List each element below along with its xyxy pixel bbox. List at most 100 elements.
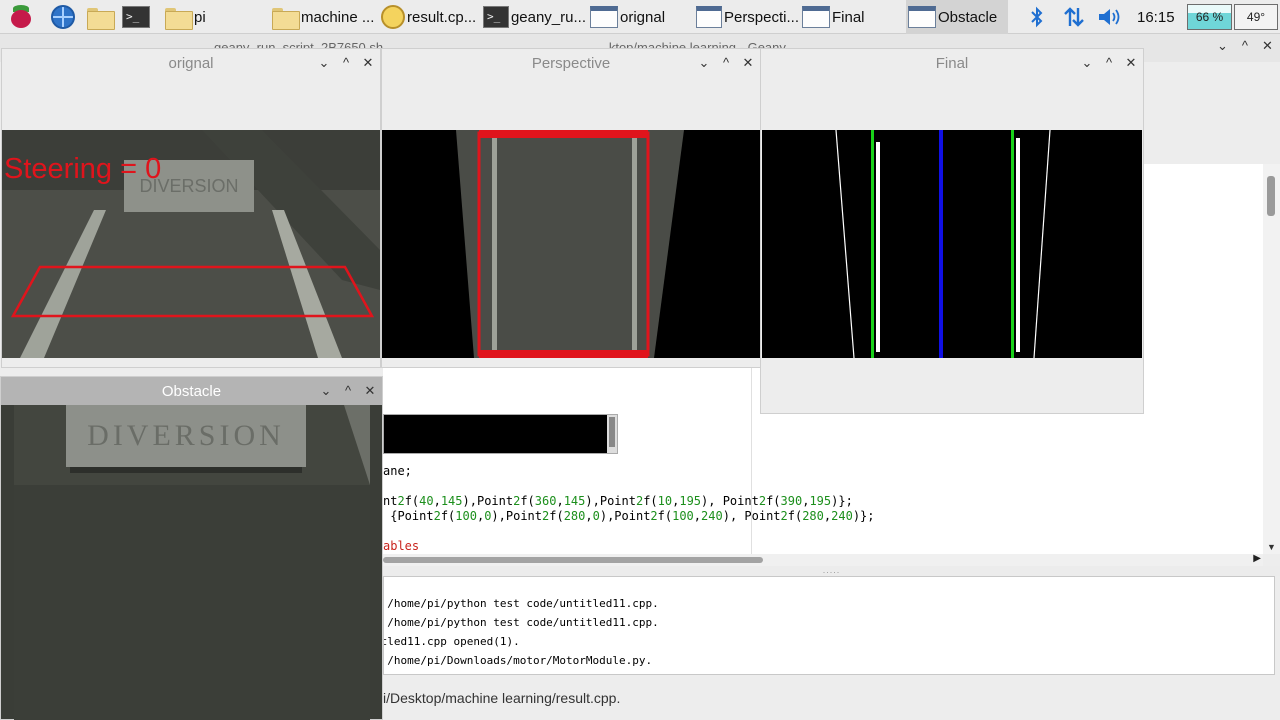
folder-icon (271, 6, 300, 30)
window-icon (590, 6, 618, 28)
task-pi[interactable]: pi (162, 0, 267, 34)
raspberry-pi-icon (10, 5, 32, 29)
window-titlebar[interactable]: Obstacle ⌄ ^ ✕ (1, 377, 382, 405)
window-titlebar[interactable]: orignal ⌄ ^ ✕ (2, 49, 380, 77)
code-line-4: ables (383, 539, 420, 553)
task-obstacle[interactable]: Obstacle (906, 0, 1008, 34)
window-titlebar[interactable]: Final ⌄ ^ ✕ (761, 49, 1143, 77)
terminal-window-fragment (383, 414, 618, 454)
code-token: ),Point (599, 509, 651, 523)
task-final[interactable]: Final (800, 0, 905, 34)
code-number: 145 (563, 494, 586, 508)
volume-button[interactable] (1097, 0, 1123, 34)
message-line: r /home/pi/python test code/untitled11.c… (383, 616, 659, 629)
editor-vertical-scrollbar[interactable]: ▼ (1263, 164, 1280, 554)
birdseye-frame (382, 130, 760, 358)
code-token: f( (404, 494, 420, 508)
file-manager-launcher[interactable] (83, 0, 117, 34)
close-button[interactable]: ✕ (1262, 38, 1273, 60)
minimize-button[interactable]: ⌄ (1081, 55, 1093, 71)
task-geany-run[interactable]: >_ geany_ru... (481, 0, 586, 34)
terminal-icon: >_ (483, 6, 509, 28)
maximize-button[interactable]: ^ (1242, 38, 1248, 60)
sign-shadow (70, 467, 302, 473)
code-number: 280 (802, 509, 824, 523)
terminal-icon: >_ (122, 6, 150, 28)
cpu-usage-meter[interactable]: 66 % (1187, 4, 1232, 30)
maximize-button[interactable]: ^ (1103, 55, 1115, 71)
task-orignal[interactable]: orignal (588, 0, 693, 34)
maximize-button[interactable]: ^ (720, 55, 732, 71)
window-perspective[interactable]: Perspective ⌄ ^ ✕ (381, 48, 761, 368)
task-result-cpp[interactable]: result.cp... (379, 0, 479, 34)
window-titlebar[interactable]: Perspective ⌄ ^ ✕ (382, 49, 760, 77)
messages-panel[interactable]: r /home/pi/python test code/untitled11.c… (383, 576, 1275, 675)
terminal-scrollbar[interactable] (607, 415, 617, 453)
scroll-right-arrow-icon[interactable]: ▶ (1253, 553, 1261, 564)
minimize-button[interactable]: ⌄ (318, 55, 330, 71)
window-orignal[interactable]: orignal ⌄ ^ ✕ DIVERSION Steering = 0 (1, 48, 381, 368)
cpu-temperature-meter[interactable]: 49° (1234, 4, 1278, 30)
code-number: 2 (397, 494, 405, 508)
code-number: 2 (780, 509, 788, 523)
code-token: f( (440, 509, 456, 523)
code-token: , (585, 509, 593, 523)
hscroll-thumb[interactable] (383, 557, 763, 563)
code-number: 2 (758, 494, 767, 508)
code-token: f( (657, 509, 673, 523)
close-button[interactable]: ✕ (742, 55, 754, 71)
minimize-button[interactable]: ⌄ (320, 383, 332, 399)
scroll-thumb[interactable] (1267, 176, 1275, 216)
code-line-1: ane; (383, 464, 412, 478)
code-number: 100 (672, 509, 694, 523)
code-number: 0 (592, 509, 600, 523)
code-token: {Point (383, 509, 434, 523)
left-lane-pixels (876, 142, 880, 352)
task-machine-learning[interactable]: machine ... (269, 0, 377, 34)
right-lane-marker (1011, 130, 1014, 358)
obstacle-camera-frame: DIVERSION (14, 405, 370, 720)
code-token: f( (549, 509, 564, 523)
close-button[interactable]: ✕ (362, 55, 374, 71)
task-perspective[interactable]: Perspecti... (694, 0, 799, 34)
code-token: )}; (852, 509, 875, 523)
lane-center-marker (939, 130, 943, 358)
volume-icon (1099, 9, 1120, 25)
message-line: r /home/pi/Downloads/motor/MotorModule.p… (383, 654, 653, 667)
obstacle-sign-text: DIVERSION (87, 419, 285, 452)
code-number: 100 (455, 509, 477, 523)
window-obstacle[interactable]: Obstacle ⌄ ^ ✕ DIVERSION (0, 376, 383, 720)
camera-frame-original: DIVERSION Steering = 0 (2, 130, 380, 358)
scroll-down-arrow-icon[interactable]: ▼ (1267, 542, 1276, 552)
window-title: Final (935, 54, 969, 72)
window-title: Perspective (531, 54, 611, 72)
right-lane-pixels (1016, 138, 1020, 352)
menu-button[interactable] (4, 0, 38, 34)
maximize-button[interactable]: ^ (340, 55, 352, 71)
network-button[interactable] (1062, 0, 1086, 34)
close-button[interactable]: ✕ (364, 383, 376, 399)
code-number: 240 (701, 509, 723, 523)
minimize-button[interactable]: ⌄ (698, 55, 710, 71)
browser-launcher[interactable] (46, 0, 80, 34)
clock[interactable]: 16:15 (1137, 0, 1177, 34)
code-token: , (556, 494, 564, 508)
close-button[interactable]: ✕ (1125, 55, 1137, 71)
code-number: 2 (433, 509, 441, 523)
network-arrows-icon (1064, 7, 1084, 27)
window-icon (696, 6, 722, 28)
code-number: 390 (780, 494, 803, 508)
roi-bottom-band (479, 350, 648, 358)
geany-icon (381, 5, 405, 29)
folder-icon (164, 6, 193, 30)
bluetooth-button[interactable] (1028, 0, 1048, 34)
window-final[interactable]: Final ⌄ ^ ✕ (760, 48, 1144, 414)
maximize-button[interactable]: ^ (342, 383, 354, 399)
terminal-launcher[interactable]: >_ (119, 0, 153, 34)
bluetooth-icon (1031, 6, 1043, 28)
code-number: 40 (419, 494, 434, 508)
window-icon (802, 6, 830, 28)
pane-resize-handle[interactable]: ..... (383, 566, 1280, 576)
code-number: 280 (563, 509, 586, 523)
minimize-button[interactable]: ⌄ (1217, 38, 1228, 60)
